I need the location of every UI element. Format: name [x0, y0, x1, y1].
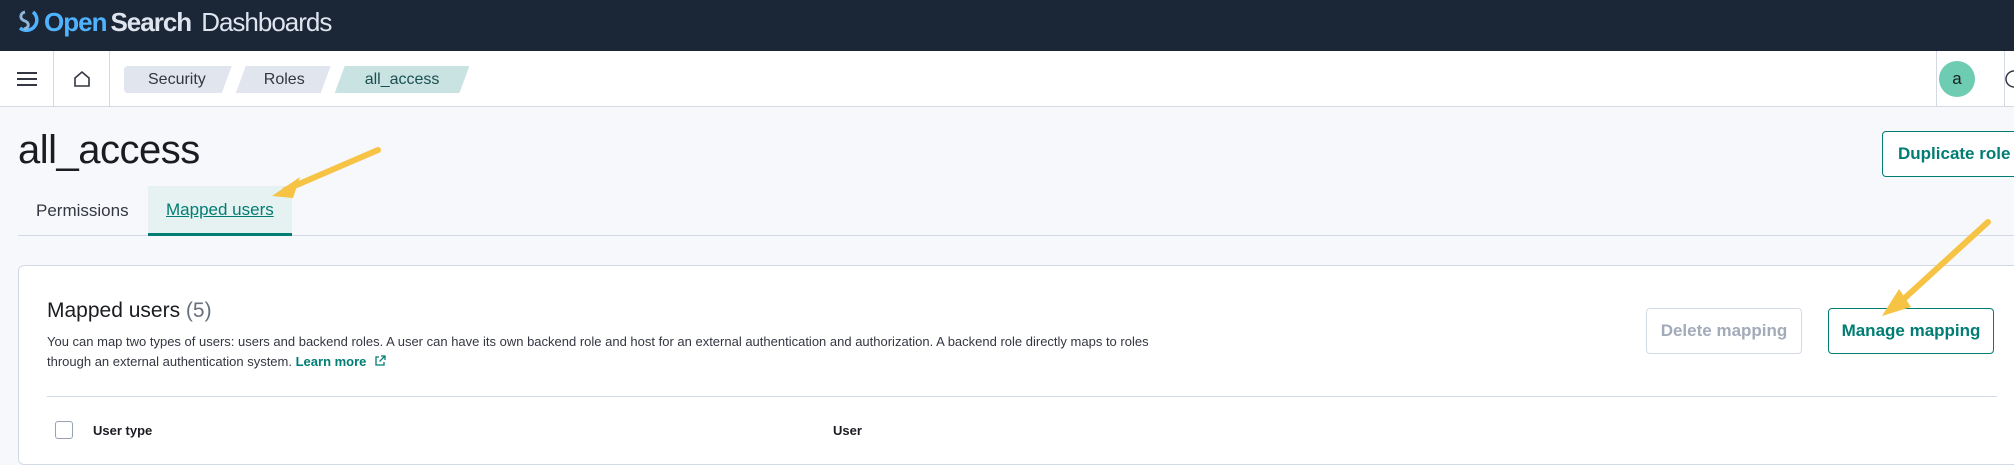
brand-search: Search — [110, 6, 192, 37]
brand-open: Open — [44, 6, 107, 37]
panel-description: You can map two types of users: users an… — [47, 332, 1167, 372]
breadcrumb-current: all_access — [335, 66, 470, 93]
tab-mapped-users[interactable]: Mapped users — [148, 186, 292, 236]
learn-more-link[interactable]: Learn more — [296, 354, 367, 369]
mapped-users-panel: Mapped users (5) You can map two types o… — [18, 265, 2014, 465]
help-icon[interactable] — [2004, 69, 2014, 89]
external-link-icon — [375, 355, 386, 366]
home-button[interactable] — [54, 51, 110, 107]
breadcrumb: Security Roles all_access — [124, 66, 473, 93]
nav-bar: Security Roles all_access a — [0, 51, 2014, 107]
tab-bar: Permissions Mapped users — [18, 186, 2014, 236]
menu-button[interactable] — [0, 51, 54, 107]
duplicate-role-button[interactable]: Duplicate role — [1882, 131, 2014, 177]
avatar[interactable]: a — [1939, 61, 1975, 97]
tab-permissions[interactable]: Permissions — [18, 186, 147, 236]
top-header: Open Search Dashboards — [0, 0, 2014, 51]
breadcrumb-roles[interactable]: Roles — [236, 66, 331, 93]
manage-mapping-button[interactable]: Manage mapping — [1828, 308, 1994, 354]
hamburger-icon — [16, 72, 37, 86]
description-text: You can map two types of users: users an… — [47, 334, 1149, 369]
divider — [47, 396, 1997, 397]
divider — [1936, 51, 1937, 107]
delete-mapping-button[interactable]: Delete mapping — [1646, 308, 1802, 354]
select-all-checkbox[interactable] — [55, 421, 73, 439]
page-title: all_access — [18, 128, 200, 172]
panel-title-text: Mapped users — [47, 299, 181, 322]
column-header-user[interactable]: User — [833, 423, 862, 438]
breadcrumb-security[interactable]: Security — [124, 66, 232, 93]
panel-title: Mapped users (5) — [47, 299, 212, 323]
mapped-count: (5) — [185, 299, 212, 322]
opensearch-logo-icon — [18, 10, 39, 33]
opensearch-logo[interactable]: Open Search Dashboards — [16, 6, 332, 37]
home-icon — [73, 70, 90, 87]
column-header-user-type[interactable]: User type — [93, 423, 152, 438]
brand-dashboards: Dashboards — [201, 6, 332, 37]
